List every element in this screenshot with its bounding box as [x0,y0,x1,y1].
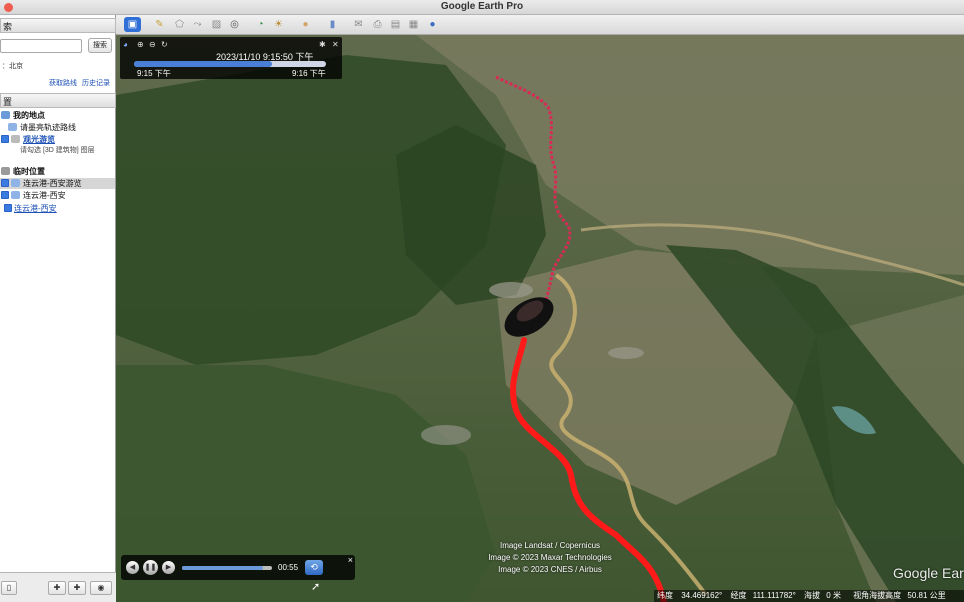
status-bar: 纬度 34.469162° 经度 111.111782° 海拔 0 米 视角海拔… [654,590,964,602]
earth-icon[interactable]: ● [424,17,441,32]
tree-item-tour-selected[interactable]: 连云港-西安游览 [0,178,115,189]
tree-item-route-tour[interactable]: 请墨亮轨迹路线 [8,122,76,133]
email-icon[interactable]: ✉ [350,17,367,32]
rewind-button[interactable]: ◀ [126,561,139,574]
google-earth-watermark: Google Earth [893,565,964,581]
tour-progress-fill [182,566,263,570]
folder-icon [1,111,10,119]
sunlight-icon[interactable]: ☀ [270,17,287,32]
title-bar: Google Earth Pro [0,0,964,15]
town [489,282,533,298]
eye-alt-label: 视角海拔高度 [853,591,902,600]
tree-item-route[interactable]: 连云港-西安 [1,190,66,201]
player-close-button[interactable]: × [348,555,353,565]
tour-time: 00:55 [278,563,299,572]
lat-label: 纬度 [657,591,673,600]
checkbox-icon[interactable] [1,179,9,187]
sidebar: 索 搜索 ：北京 获取路线 历史记录 置 我的地点 请墨亮轨迹路线 观光游览 请… [0,15,116,602]
checkbox-icon[interactable] [1,135,9,143]
town [608,347,644,359]
polygon-icon[interactable]: ⬠ [171,17,188,32]
view-options-button[interactable]: ◉ [90,581,112,595]
lat-value: 34.469162° [681,591,723,600]
time-slider-track[interactable] [134,61,326,67]
settings-icon[interactable]: ✱ [319,40,326,49]
close-icon[interactable]: ✕ [332,40,339,49]
tour-icon [8,123,17,131]
toolbar: ▣ ✎ ⬠ ⤳ ▨ ◎ ◔ ☀ ● ▮ ✉ ⎙ ▤ ▦ ● [116,15,964,35]
google-earth-window: Google Earth Pro 索 搜索 ：北京 获取路线 历史记录 置 我的… [0,0,964,602]
elev-label: 海拔 [804,591,821,600]
search-button[interactable]: 搜索 [88,38,112,53]
get-directions-link[interactable]: 获取路线 [49,78,77,88]
time-slider-fill [134,61,273,67]
places-panel-header[interactable]: 置 [0,93,116,108]
terrain-imagery [116,35,964,602]
save-image-icon[interactable]: ▤ [387,17,404,32]
zoom-in-icon[interactable]: ⊕ [137,40,144,49]
refresh-icon[interactable]: ↻ [161,40,168,49]
map-view[interactable] [116,35,964,602]
tour-icon [11,191,20,199]
record-tour-icon[interactable]: ◎ [226,17,243,32]
tour-icon [11,179,20,187]
tour-player: ◀ ❚❚ ▶ 00:55 ⟲ × [121,555,355,580]
planets-icon[interactable]: ● [297,17,314,32]
folder-icon [11,135,20,143]
time-slider-end: 9:16 下午 [292,69,326,78]
forward-button[interactable]: ▶ [162,561,175,574]
tree-item-note: 请勾选 [3D 建筑物] 图层 [20,147,95,154]
time-slider-panel: ◕ ⊕ ⊖ ↻ ✱ ✕ 2023/11/10 9:15:50 下午 9:15 下… [120,37,342,79]
tree-item-sightseeing[interactable]: 观光游览 [1,134,55,145]
checkbox-icon[interactable] [4,204,12,212]
sidebar-toggle-icon[interactable]: ▣ [124,17,141,32]
zoom-out-icon[interactable]: ⊖ [149,40,156,49]
checkbox-icon[interactable] [1,191,9,199]
mouse-cursor-icon: ➚ [311,581,321,593]
overlay-icon[interactable]: ▨ [208,17,225,32]
pause-button[interactable]: ❚❚ [143,560,158,575]
tour-progress-track[interactable] [182,566,272,570]
sidebar-bottom-bar: ▯ ✚ ✚ ◉ [0,572,116,602]
folder-icon [1,167,10,175]
attribution-line: Image © 2023 CNES / Airbus [498,565,602,574]
move-button[interactable]: ✚ [68,581,86,595]
path-icon[interactable]: ⤳ [189,17,206,32]
tree-item-my-places[interactable]: 我的地点 [1,110,45,121]
history-link[interactable]: 历史记录 [82,78,110,88]
tree-item-temporary[interactable]: 临时位置 [1,166,45,177]
ruler-icon[interactable]: ▮ [324,17,341,32]
elev-value: 0 米 [826,591,841,600]
lon-label: 经度 [730,591,747,600]
print-icon[interactable]: ⎙ [369,17,386,32]
maps-icon[interactable]: ▦ [405,17,422,32]
location-hint: ：北京 [2,63,23,70]
search-input[interactable] [0,39,82,53]
town [421,425,471,445]
time-slider-start: 9:15 下午 [137,69,171,78]
eye-alt-value: 50.81 公里 [907,591,946,600]
placemark-icon[interactable]: ✎ [151,17,168,32]
attribution-line: Image Landsat / Copernicus [499,541,601,550]
lon-value: 111.111782° [752,591,796,600]
attribution-line: Image © 2023 Maxar Technologies [488,553,612,562]
clock-icon[interactable]: ◕ [123,40,128,49]
add-button[interactable]: ✚ [48,581,66,595]
loop-button[interactable]: ⟲ [305,560,323,575]
search-panel-header[interactable]: 索 [0,18,116,33]
tree-item-route-link[interactable]: 连云港-西安 [4,203,57,214]
history-icon[interactable]: ◔ [252,17,269,32]
panel-toggle-button[interactable]: ▯ [1,581,17,595]
window-title: Google Earth Pro [440,1,524,12]
imagery-attribution: Image Landsat / Copernicus Image © 2023 … [430,540,670,576]
